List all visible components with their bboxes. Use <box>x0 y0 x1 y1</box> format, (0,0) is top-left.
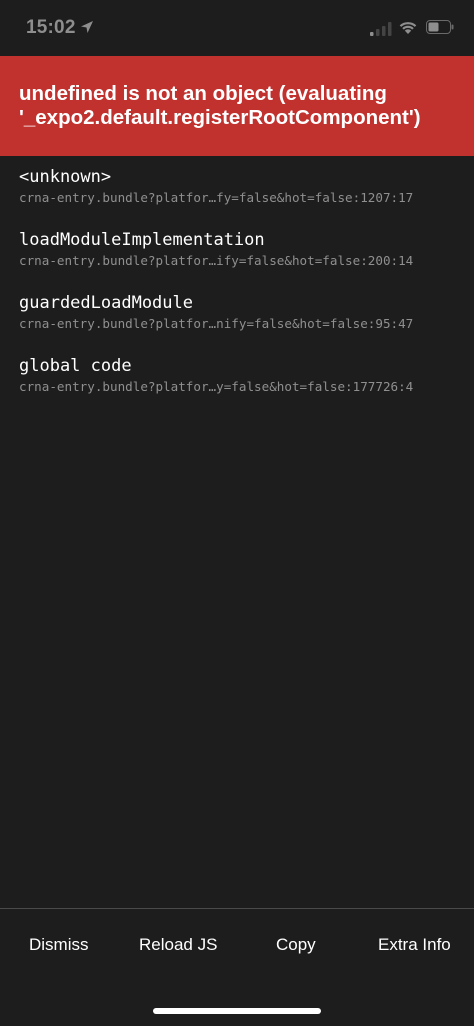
stack-frame[interactable]: global code crna-entry.bundle?platfor…y=… <box>0 355 474 418</box>
frame-file-location: crna-entry.bundle?platfor…ify=false&hot=… <box>19 253 414 268</box>
wifi-icon <box>399 22 417 34</box>
reload-js-button[interactable]: Reload JS <box>139 935 217 955</box>
extra-info-button[interactable]: Extra Info <box>378 935 451 955</box>
copy-button[interactable]: Copy <box>276 935 316 955</box>
battery-icon <box>426 20 454 34</box>
status-bar: 15:02 <box>0 0 474 56</box>
frame-file-location: crna-entry.bundle?platfor…fy=false&hot=f… <box>19 190 414 205</box>
location-arrow-icon <box>81 21 93 33</box>
stack-frame[interactable]: guardedLoadModule crna-entry.bundle?plat… <box>0 292 474 355</box>
cellular-signal-icon <box>370 22 392 36</box>
stack-frame[interactable]: loadModuleImplementation crna-entry.bund… <box>0 229 474 292</box>
home-indicator[interactable] <box>153 1008 321 1014</box>
dismiss-button[interactable]: Dismiss <box>29 935 89 955</box>
status-time: 15:02 <box>26 17 76 38</box>
frame-method-name: guardedLoadModule <box>19 293 193 313</box>
stack-frame[interactable]: <unknown> crna-entry.bundle?platfor…fy=f… <box>0 166 474 229</box>
frame-method-name: global code <box>19 356 132 376</box>
frame-file-location: crna-entry.bundle?platfor…y=false&hot=fa… <box>19 379 414 394</box>
frame-method-name: <unknown> <box>19 167 112 187</box>
frame-file-location: crna-entry.bundle?platfor…nify=false&hot… <box>19 316 414 331</box>
stack-trace-list: <unknown> crna-entry.bundle?platfor…fy=f… <box>0 166 474 418</box>
frame-method-name: loadModuleImplementation <box>19 230 265 250</box>
error-header: undefined is not an object (evaluating '… <box>0 56 474 156</box>
error-message: undefined is not an object (evaluating '… <box>19 82 421 129</box>
